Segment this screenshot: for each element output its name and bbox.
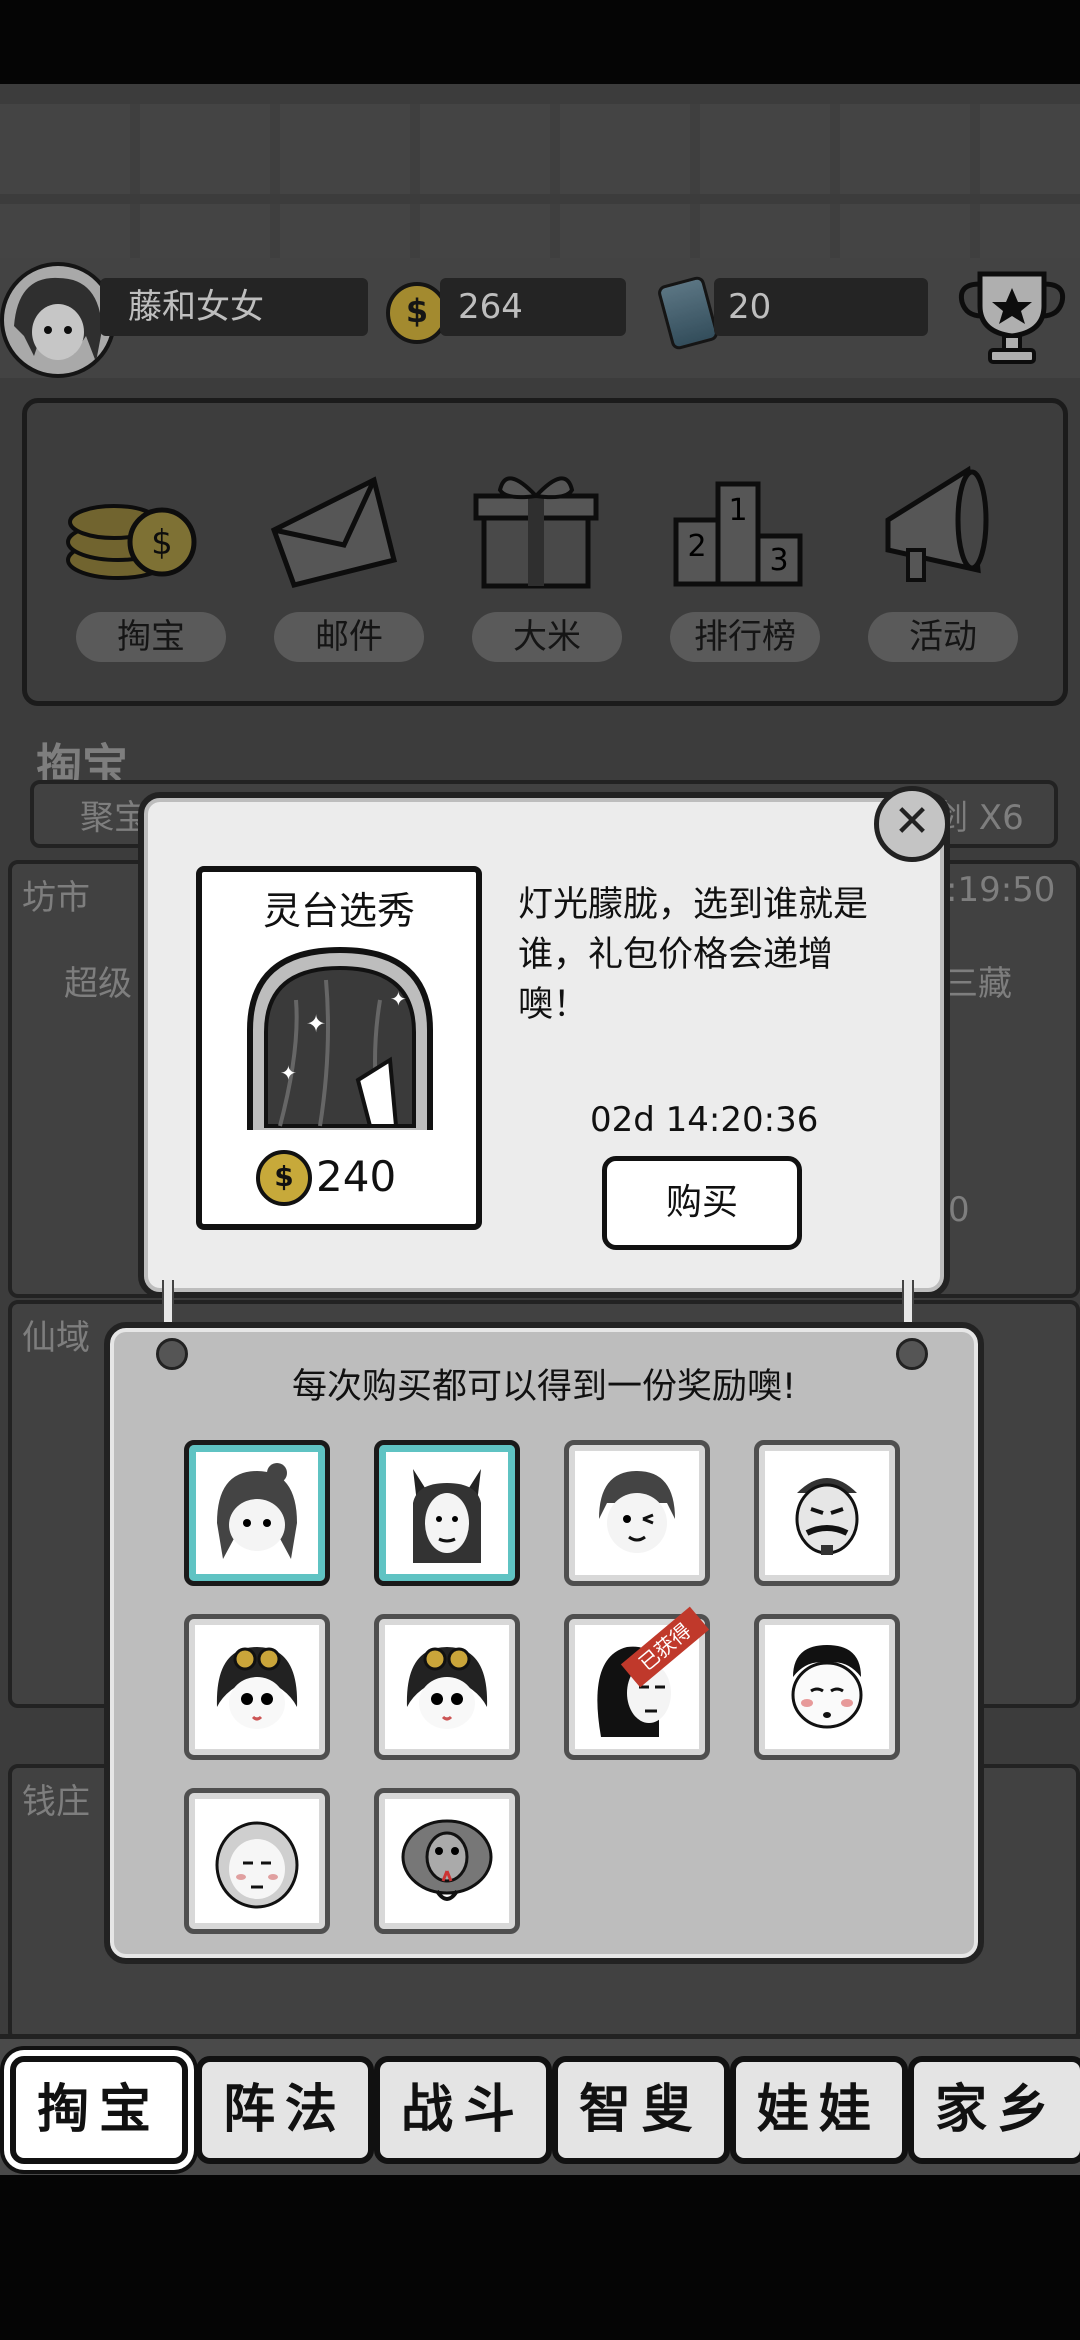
reward-hooded-face[interactable] [184, 1788, 330, 1934]
tab-sage[interactable]: 智叟 [552, 2056, 730, 2164]
curtain-arch-icon: ✦ ✦ ✦ [247, 946, 433, 1130]
top-black-bar [0, 0, 1080, 84]
rewards-title: 每次购买都可以得到一份奖励噢! [291, 1367, 797, 1407]
reward-boy-wink[interactable] [564, 1440, 710, 1586]
tab-taobao[interactable]: 掏宝 [10, 2056, 188, 2164]
svg-text:✦: ✦ [390, 987, 407, 1011]
gift-pack-description: 灯光朦胧，选到谁就是谁，礼包价格会递增噢！ [518, 885, 869, 1025]
reward-girl-hairbun[interactable] [184, 1440, 330, 1586]
reward-boy-blush[interactable] [754, 1614, 900, 1760]
bottom-black-bar [0, 2175, 1080, 2340]
close-button[interactable]: ✕ [874, 786, 950, 862]
svg-text:✦: ✦ [306, 1010, 326, 1038]
gift-pack-title: 灵台选秀 [262, 889, 415, 933]
buy-button[interactable]: 购买 [602, 1156, 802, 1250]
tab-formation[interactable]: 阵法 [196, 2056, 374, 2164]
gift-pack-price: 240 [316, 1152, 397, 1201]
tab-battle[interactable]: 战斗 [374, 2056, 552, 2164]
price-coin-icon: $ [256, 1150, 312, 1206]
svg-text:✦: ✦ [280, 1061, 297, 1085]
reward-man-mustache[interactable] [754, 1440, 900, 1586]
tab-hometown[interactable]: 家乡 [908, 2056, 1080, 2164]
tab-dolls[interactable]: 娃娃 [730, 2056, 908, 2164]
reward-girl-goggles-2[interactable] [374, 1614, 520, 1760]
reward-cobra[interactable] [374, 1788, 520, 1934]
reward-girl-goggles-1[interactable] [184, 1614, 330, 1760]
reward-woman-catears[interactable] [374, 1440, 520, 1586]
countdown-timer: 02d 14:20:36 [590, 1100, 819, 1140]
